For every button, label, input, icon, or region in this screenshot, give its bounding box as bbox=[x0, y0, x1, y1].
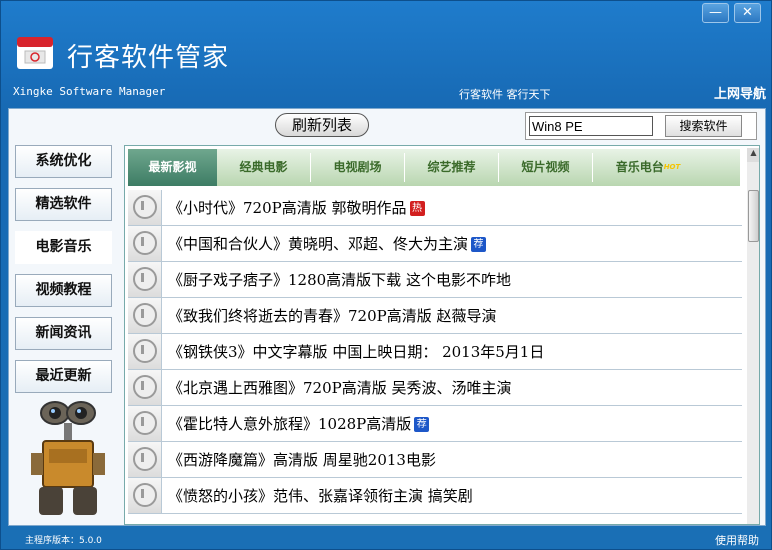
hot-badge: 热 bbox=[409, 201, 425, 216]
recommended-badge: 荐 bbox=[471, 237, 487, 252]
refresh-list-button[interactable]: 刷新列表 bbox=[275, 113, 369, 137]
web-navigation-link[interactable]: 上网导航 bbox=[714, 83, 766, 102]
app-subtitle: Xingke Software Manager bbox=[13, 85, 166, 98]
tab-label: 综艺推荐 bbox=[427, 160, 476, 174]
list-item-text: 《愤怒的小孩》范伟、张嘉译领衔主演 搞笑剧 bbox=[168, 487, 473, 505]
search-input[interactable] bbox=[529, 116, 653, 136]
list-item-title[interactable]: 《西游降魔篇》高清版 周星驰2013电影 bbox=[168, 449, 436, 470]
category-tabs: 最新影视 经典电影 电视剧场 综艺推荐 短片视频 音乐电台HOT bbox=[128, 149, 740, 186]
tab-tv-series[interactable]: 电视剧场 bbox=[311, 149, 404, 186]
download-button[interactable] bbox=[128, 298, 162, 333]
scrollbar-thumb[interactable] bbox=[748, 190, 759, 242]
tab-label: 音乐电台 bbox=[615, 160, 664, 174]
download-arrow-icon bbox=[133, 195, 157, 219]
list-item-text: 《致我们终将逝去的青春》720P高清版 赵薇导演 bbox=[168, 307, 497, 325]
download-button[interactable] bbox=[128, 406, 162, 441]
download-arrow-icon bbox=[133, 339, 157, 363]
list-item[interactable]: 《致我们终将逝去的青春》720P高清版 赵薇导演 bbox=[128, 298, 742, 334]
list-item-title[interactable]: 《北京遇上西雅图》720P高清版 吴秀波、汤唯主演 bbox=[168, 377, 512, 398]
list-item[interactable]: 《中国和合伙人》黄晓明、邓超、佟大为主演荐 bbox=[128, 226, 742, 262]
tab-music-radio[interactable]: 音乐电台HOT bbox=[593, 149, 703, 186]
download-button[interactable] bbox=[128, 442, 162, 477]
download-arrow-icon bbox=[133, 267, 157, 291]
list-item-text: 《霍比特人意外旅程》1028P高清版 bbox=[168, 415, 412, 433]
list-item[interactable]: 《北京遇上西雅图》720P高清版 吴秀波、汤唯主演 bbox=[128, 370, 742, 406]
sidebar-item-system-optimize[interactable]: 系统优化 bbox=[15, 145, 112, 178]
list-item[interactable]: 《钢铁侠3》中文字幕版 中国上映日期： 2013年5月1日 bbox=[128, 334, 742, 370]
list-item[interactable]: 《愤怒的小孩》范伟、张嘉译领衔主演 搞笑剧 bbox=[128, 478, 742, 514]
list-item-title[interactable]: 《霍比特人意外旅程》1028P高清版荐 bbox=[168, 413, 430, 434]
search-box: 搜索软件 bbox=[525, 112, 757, 140]
download-button[interactable] bbox=[128, 370, 162, 405]
download-arrow-icon bbox=[133, 447, 157, 471]
download-arrow-icon bbox=[133, 303, 157, 327]
sidebar-item-news[interactable]: 新闻资讯 bbox=[15, 317, 112, 350]
list-item-text: 《厨子戏子痞子》1280高清版下载 这个电影不咋地 bbox=[168, 271, 511, 289]
download-arrow-icon bbox=[133, 375, 157, 399]
list-item[interactable]: 《小时代》720P高清版 郭敬明作品热 bbox=[128, 190, 742, 226]
list-item-text: 《北京遇上西雅图》720P高清版 吴秀波、汤唯主演 bbox=[168, 379, 512, 397]
help-link[interactable]: 使用帮助 bbox=[715, 532, 759, 548]
sidebar-item-selected-software[interactable]: 精选软件 bbox=[15, 188, 112, 221]
hot-badge: HOT bbox=[663, 163, 681, 171]
list-item-text: 《小时代》720P高清版 郭敬明作品 bbox=[168, 199, 407, 217]
tab-latest-movies[interactable]: 最新影视 bbox=[128, 149, 217, 186]
toolbox-logo-icon bbox=[17, 37, 53, 69]
list-item[interactable]: 《厨子戏子痞子》1280高清版下载 这个电影不咋地 bbox=[128, 262, 742, 298]
download-button[interactable] bbox=[128, 334, 162, 369]
list-item-title[interactable]: 《致我们终将逝去的青春》720P高清版 赵薇导演 bbox=[168, 305, 497, 326]
download-arrow-icon bbox=[133, 483, 157, 507]
close-button[interactable]: ✕ bbox=[734, 3, 761, 23]
recommended-badge: 荐 bbox=[414, 417, 430, 432]
download-arrow-icon bbox=[133, 411, 157, 435]
title-bar: — ✕ 行客软件管家 Xingke Software Manager 行客软件 … bbox=[1, 1, 771, 102]
download-arrow-icon bbox=[133, 231, 157, 255]
list-item-title[interactable]: 《愤怒的小孩》范伟、张嘉译领衔主演 搞笑剧 bbox=[168, 485, 473, 506]
sidebar-item-recent-updates[interactable]: 最近更新 bbox=[15, 360, 112, 393]
sidebar: 系统优化 精选软件 电影音乐 视频教程 新闻资讯 最近更新 bbox=[15, 145, 113, 403]
list-item-title[interactable]: 《厨子戏子痞子》1280高清版下载 这个电影不咋地 bbox=[168, 269, 511, 290]
tab-label: 短片视频 bbox=[521, 160, 570, 174]
minimize-button[interactable]: — bbox=[702, 3, 729, 23]
content-area: 最新影视 经典电影 电视剧场 综艺推荐 短片视频 音乐电台HOT 《小时代》72… bbox=[124, 145, 760, 525]
list-item-text: 《钢铁侠3》中文字幕版 中国上映日期： 2013年5月1日 bbox=[168, 343, 545, 361]
vertical-scrollbar[interactable]: ▲ bbox=[747, 148, 759, 524]
main-panel: 刷新列表 搜索软件 系统优化 精选软件 电影音乐 视频教程 新闻资讯 最近更新 bbox=[8, 108, 766, 526]
download-button[interactable] bbox=[128, 190, 162, 225]
tab-classic-movies[interactable]: 经典电影 bbox=[217, 149, 310, 186]
search-button[interactable]: 搜索软件 bbox=[665, 115, 742, 137]
toolbar: 刷新列表 搜索软件 bbox=[9, 109, 765, 143]
movie-list: 《小时代》720P高清版 郭敬明作品热《中国和合伙人》黄晓明、邓超、佟大为主演荐… bbox=[128, 190, 742, 514]
download-button[interactable] bbox=[128, 478, 162, 513]
app-title: 行客软件管家 bbox=[67, 43, 230, 73]
list-item-title[interactable]: 《小时代》720P高清版 郭敬明作品热 bbox=[168, 197, 425, 218]
robot-mascot-icon bbox=[31, 401, 105, 515]
list-item-title[interactable]: 《中国和合伙人》黄晓明、邓超、佟大为主演荐 bbox=[168, 233, 487, 254]
tab-label: 经典电影 bbox=[239, 160, 288, 174]
download-button[interactable] bbox=[128, 262, 162, 297]
list-item-title[interactable]: 《钢铁侠3》中文字幕版 中国上映日期： 2013年5月1日 bbox=[168, 341, 544, 362]
app-window: — ✕ 行客软件管家 Xingke Software Manager 行客软件 … bbox=[0, 0, 772, 550]
list-item-text: 《中国和合伙人》黄晓明、邓超、佟大为主演 bbox=[168, 235, 469, 253]
scroll-up-arrow-icon[interactable]: ▲ bbox=[747, 148, 759, 162]
download-button[interactable] bbox=[128, 226, 162, 261]
tab-label: 最新影视 bbox=[148, 160, 197, 174]
tab-label: 电视剧场 bbox=[333, 160, 382, 174]
list-item-text: 《西游降魔篇》高清版 周星驰2013电影 bbox=[168, 451, 436, 469]
list-item[interactable]: 《西游降魔篇》高清版 周星驰2013电影 bbox=[128, 442, 742, 478]
tab-short-videos[interactable]: 短片视频 bbox=[499, 149, 592, 186]
version-label: 主程序版本：5.0.0 bbox=[25, 536, 102, 546]
slogan: 行客软件 客行天下 bbox=[459, 88, 551, 101]
tab-variety-shows[interactable]: 综艺推荐 bbox=[405, 149, 498, 186]
sidebar-item-movies-music[interactable]: 电影音乐 bbox=[15, 231, 112, 264]
sidebar-item-video-tutorials[interactable]: 视频教程 bbox=[15, 274, 112, 307]
list-item[interactable]: 《霍比特人意外旅程》1028P高清版荐 bbox=[128, 406, 742, 442]
